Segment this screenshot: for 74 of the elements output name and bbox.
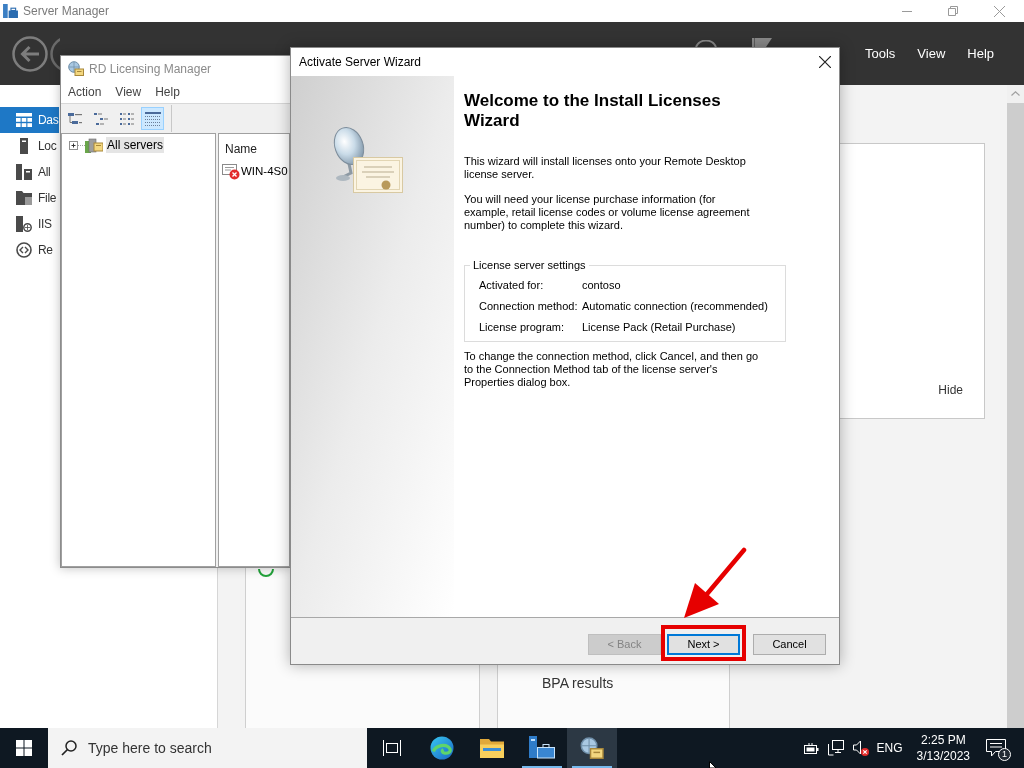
folder-icon[interactable]: [480, 738, 504, 758]
server-group-icon: [85, 137, 103, 153]
search-icon: [61, 740, 77, 756]
network-monitor-icon[interactable]: [827, 740, 844, 756]
field-label: Connection method:: [479, 300, 579, 313]
field-label: License program:: [479, 321, 565, 334]
folder-icon: [16, 191, 32, 205]
sidebar-item[interactable]: Das: [0, 107, 59, 133]
back-icon[interactable]: [12, 35, 48, 72]
search-field[interactable]: Type here to search: [48, 728, 367, 768]
sidebar-item[interactable]: All: [0, 159, 59, 185]
sidebar-item[interactable]: Re: [0, 237, 59, 263]
paragraph: You will need your license purchase information (for example, retail license codes or volume license agreement number) to complete this wizard.: [464, 193, 751, 232]
block-tree-icon[interactable]: [67, 112, 82, 125]
grid-dots-icon[interactable]: [119, 112, 134, 125]
menu-item[interactable]: Tools: [854, 22, 907, 85]
notification-badge: 1: [998, 748, 1011, 761]
speaker-muted-icon[interactable]: [852, 740, 869, 756]
hide-link[interactable]: Hide: [938, 381, 963, 399]
swirl-icon[interactable]: [430, 736, 454, 760]
next-button[interactable]: Next >: [667, 633, 740, 655]
language-indicator[interactable]: ENG: [876, 739, 903, 757]
refresh-icon[interactable]: [694, 40, 718, 47]
taskbar-button[interactable]: [567, 728, 617, 768]
table-cell[interactable]: WIN-4S0: [241, 163, 288, 181]
plus-box-icon[interactable]: [69, 140, 85, 150]
minimize-icon[interactable]: [902, 10, 912, 12]
server-manager-icon: [3, 4, 18, 18]
dish-certificate-drawing: [331, 125, 403, 193]
column-header[interactable]: Name: [219, 140, 263, 158]
task-view-icon[interactable]: [383, 740, 401, 756]
sidebar-item[interactable]: Loc: [0, 133, 59, 159]
globe-certificate-icon[interactable]: [580, 737, 604, 759]
window-title: Activate Server Wizard: [299, 54, 422, 71]
menu-item[interactable]: View: [108, 81, 149, 103]
sidebar-item[interactable]: File: [0, 185, 59, 211]
grid-icon: [16, 113, 32, 127]
field-label: Activated for:: [479, 279, 545, 292]
menu-item[interactable]: Action: [61, 81, 109, 103]
clock-date[interactable]: 3/13/2023: [916, 748, 970, 764]
server-toolbox-icon[interactable]: [529, 736, 555, 760]
menu-item[interactable]: View: [906, 22, 957, 85]
notification-icon[interactable]: [986, 739, 1006, 757]
paragraph: To change the connection method, click Cancel, and then go to the Connection Method tab of the license server's Properties dialog box.: [464, 350, 760, 389]
field-value: License Pack (Retail Purchase): [582, 321, 737, 334]
tile-title: BPA results: [542, 675, 614, 691]
field-value: Automatic connection (recommended): [582, 300, 769, 313]
menu-item[interactable]: Help: [148, 81, 187, 103]
window-title: RD Licensing Manager: [89, 60, 212, 78]
menu-item[interactable]: Help: [956, 22, 1006, 85]
status-ring-icon: [258, 569, 274, 577]
circle-arrows-icon: [16, 242, 32, 258]
branch-icon[interactable]: [93, 112, 108, 125]
close-icon[interactable]: [819, 56, 831, 68]
paragraph: This wizard will install licenses onto your Remote Desktop license server.: [464, 155, 747, 181]
window-title: Server Manager: [23, 3, 110, 20]
flag-icon[interactable]: [752, 38, 772, 47]
tree-item[interactable]: All servers: [106, 137, 164, 153]
clock-time[interactable]: 2:25 PM: [920, 732, 966, 748]
servers-icon: [16, 164, 32, 180]
cancel-button[interactable]: Cancel: [753, 633, 826, 655]
battery-icon[interactable]: [803, 742, 820, 754]
server-icon: [20, 138, 28, 154]
forward-icon[interactable]: [50, 35, 60, 72]
mouse-pointer-icon: [709, 761, 718, 768]
server-globe-icon: [16, 216, 32, 232]
sidebar-item[interactable]: IIS: [0, 211, 59, 237]
start-icon[interactable]: [16, 740, 32, 756]
certificate-error-icon: [222, 163, 240, 180]
restore-icon[interactable]: [948, 6, 958, 16]
globe-certificate-icon: [68, 61, 84, 76]
group-title: License server settings: [472, 259, 587, 272]
wizard-heading: Welcome to the Install Licenses Wizard: [464, 91, 722, 131]
field-value: contoso: [582, 279, 622, 292]
